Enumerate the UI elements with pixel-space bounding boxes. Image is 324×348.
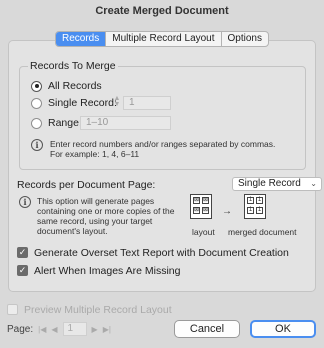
preview-layout-label: Preview Multiple Record Layout: [24, 303, 172, 316]
single-record-field[interactable]: 1: [123, 96, 171, 110]
layout-icon: ⊠ ⊠ ⊠ ⊠: [190, 194, 212, 219]
merged-document-icon: 1 1 1 1: [244, 194, 266, 219]
chevron-down-icon: ⌄: [310, 179, 317, 188]
tab-options[interactable]: Options: [222, 32, 268, 46]
overset-report-checkbox[interactable]: ✓: [17, 247, 28, 258]
tab-records[interactable]: Records: [56, 32, 107, 46]
missing-images-checkbox[interactable]: ✓: [17, 265, 28, 276]
single-record-option[interactable]: Single Record:: [31, 96, 117, 110]
overset-report-option[interactable]: ✓ Generate Overset Text Report with Docu…: [17, 246, 289, 259]
single-record-stepper[interactable]: ▲ ▼: [113, 95, 121, 108]
next-page-icon: ▶: [91, 324, 98, 334]
single-record-label: Single Record:: [48, 97, 117, 109]
preview-layout-checkbox: [7, 304, 18, 315]
page-label: Page:: [7, 323, 34, 335]
ok-button[interactable]: OK: [250, 320, 316, 338]
records-per-page-label: Records per Document Page:: [17, 179, 156, 191]
single-record-radio[interactable]: [31, 97, 42, 109]
records-to-merge-title: Records To Merge: [28, 60, 118, 72]
cancel-button[interactable]: Cancel: [174, 320, 240, 338]
all-records-radio[interactable]: [31, 80, 42, 92]
page-navigator: Page: |◀ ◀ 1 ▶ ▶|: [7, 322, 111, 336]
info-icon: i: [31, 139, 43, 151]
records-per-page-select[interactable]: Single Record ⌄: [232, 177, 322, 191]
records-note: Enter record numbers and/or ranges separ…: [50, 139, 276, 159]
all-records-option[interactable]: All Records: [31, 79, 102, 93]
tab-bar: Records Multiple Record Layout Options: [55, 31, 269, 47]
preview-layout-option: Preview Multiple Record Layout: [7, 303, 172, 316]
range-radio[interactable]: [31, 117, 42, 129]
records-per-page-value: Single Record: [238, 178, 301, 189]
page-number-field: 1: [62, 322, 87, 336]
overset-report-label: Generate Overset Text Report with Docume…: [34, 246, 289, 259]
range-input[interactable]: 1–10: [80, 116, 171, 130]
layout-caption: layout: [192, 227, 215, 237]
dialog-title: Create Merged Document: [95, 5, 229, 17]
per-page-note: This option will generate pages containi…: [37, 196, 175, 236]
range-option[interactable]: Range:: [31, 116, 82, 130]
previous-page-icon: ◀: [51, 324, 58, 334]
last-page-icon: ▶|: [102, 324, 111, 334]
missing-images-option[interactable]: ✓ Alert When Images Are Missing: [17, 264, 180, 277]
merged-document-caption: merged document: [228, 227, 297, 237]
range-label: Range:: [48, 117, 82, 129]
info-icon: i: [19, 196, 31, 208]
arrow-right-icon: →: [222, 206, 232, 217]
tab-multiple-record-layout[interactable]: Multiple Record Layout: [106, 32, 222, 46]
missing-images-label: Alert When Images Are Missing: [34, 264, 181, 277]
first-page-icon: |◀: [38, 324, 47, 334]
all-records-label: All Records: [48, 80, 102, 92]
